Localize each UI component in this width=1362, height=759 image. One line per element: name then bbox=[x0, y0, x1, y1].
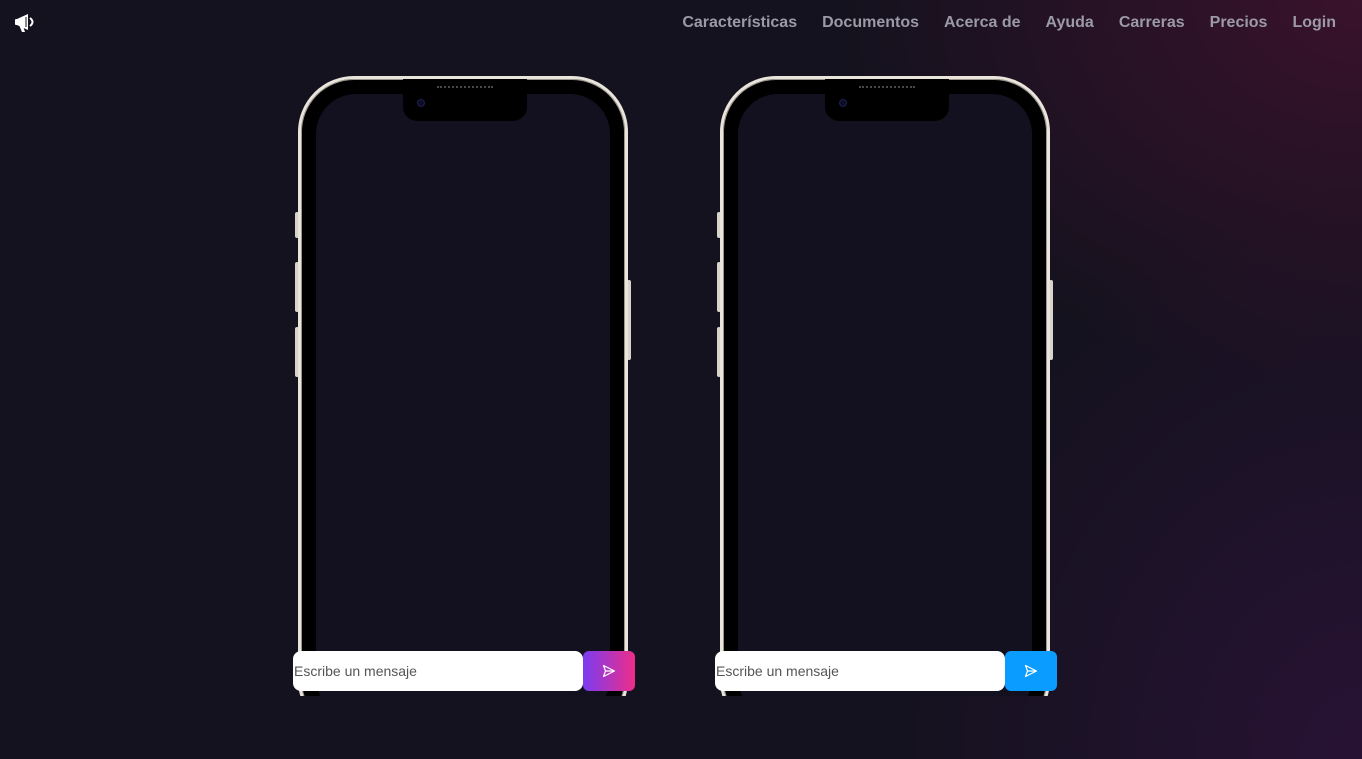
camera-icon bbox=[839, 99, 847, 107]
camera-icon bbox=[417, 99, 425, 107]
message-composer-right bbox=[715, 651, 1057, 691]
top-navbar: Características Documentos Acerca de Ayu… bbox=[0, 0, 1362, 46]
speaker-grille bbox=[437, 83, 493, 88]
phone-frame bbox=[720, 76, 1050, 696]
megaphone-icon[interactable] bbox=[14, 12, 38, 34]
phone-mockup-right bbox=[717, 76, 1053, 696]
nav-link-login[interactable]: Login bbox=[1292, 13, 1336, 33]
send-icon bbox=[602, 664, 616, 678]
phone-mockup-left bbox=[295, 76, 631, 696]
message-input[interactable] bbox=[293, 651, 583, 691]
nav-link-ayuda[interactable]: Ayuda bbox=[1046, 13, 1094, 33]
speaker-grille bbox=[859, 83, 915, 88]
nav-link-caracteristicas[interactable]: Características bbox=[682, 13, 797, 33]
send-button[interactable] bbox=[1005, 651, 1057, 691]
send-button[interactable] bbox=[583, 651, 635, 691]
nav-link-documentos[interactable]: Documentos bbox=[822, 13, 919, 33]
nav-link-precios[interactable]: Precios bbox=[1210, 13, 1268, 33]
nav-link-acerca-de[interactable]: Acerca de bbox=[944, 13, 1021, 33]
phone-notch bbox=[403, 79, 527, 121]
phone-frame bbox=[298, 76, 628, 696]
message-composer-left bbox=[293, 651, 635, 691]
chat-screen bbox=[738, 94, 1032, 696]
phone-notch bbox=[825, 79, 949, 121]
send-icon bbox=[1024, 664, 1038, 678]
message-input[interactable] bbox=[715, 651, 1005, 691]
nav-link-carreras[interactable]: Carreras bbox=[1119, 13, 1185, 33]
main-nav: Características Documentos Acerca de Ayu… bbox=[682, 13, 1336, 33]
chat-screen bbox=[316, 94, 610, 696]
